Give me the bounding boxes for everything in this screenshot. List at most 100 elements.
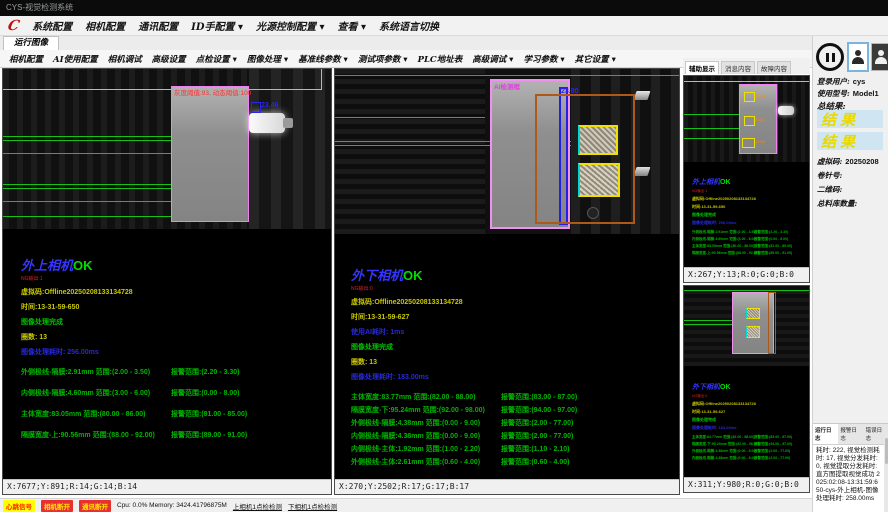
cam-mid-statusbar: X:270;Y:2502;R:17;G:17;B:17 [335, 479, 679, 494]
pause-button[interactable] [815, 42, 845, 72]
toolbar-camera-config[interactable]: 相机配置 [4, 53, 48, 65]
tab-detect-box [742, 138, 755, 148]
toolbar-other-settings[interactable]: 其它设置 ▾ [570, 53, 621, 65]
ai-detect-box-label: AI检测框 [494, 81, 520, 91]
menu-item-camera-config[interactable]: 相机配置 [85, 18, 125, 33]
measurement-row: 外侧极线-隔膜:2.91mm 范围:(2.00 - 3.50) 报警范围:(2.… [692, 230, 792, 237]
tab-run-image[interactable]: 运行图像 [3, 36, 59, 50]
blue-marker-box [251, 102, 261, 113]
mini-top-process-done: 图像处理完成 [692, 212, 792, 218]
measurement-row: 内侧极线-隔膜:4.38mm 范围:(0.00 - 9.00) 报警范围:(2.… [351, 431, 577, 444]
measurement-value: 隔膜宽度-下:95.24mm 范围:(92.00 - 98.00) [351, 405, 501, 418]
mini-bottom-measurements: 主体宽度:83.77mm 范围:(82.00 - 88.00) 报警范围:(83… [692, 435, 792, 463]
needle-number-label: 卷针号: [817, 170, 842, 181]
measurement-value: 隔膜宽度-上:90.56mm 范围:(88.00 - 92.00) [21, 430, 171, 451]
toolbar-plc-address-table[interactable]: PLC地址表 [413, 53, 468, 65]
mini-bottom-process-done: 图像处理完成 [692, 417, 792, 423]
app-window: CYS-视觉检测系统 C 系统配置 相机配置 通讯配置 ID手配置 ▾ 光源控制… [0, 0, 888, 522]
toolbar-learning-params[interactable]: 学习参数 ▾ [518, 53, 569, 65]
cam-mid-image[interactable]: AI检测框 23.80 [335, 69, 679, 234]
mini-top-virtual-code: 虚拟码:Offline20250208133134728 [692, 196, 792, 202]
tab-fault-content[interactable]: 故障内容 [757, 61, 791, 74]
menu-item-id-hand-config[interactable]: ID手配置 ▾ [191, 18, 243, 33]
yellow-guide-line-vertical [321, 69, 322, 90]
control-panel: 登录用户:cys 使用型号:Model1 总结果: 结果 结果 虚拟码:2025… [812, 36, 888, 512]
view-tab-strip: 运行图像 [0, 36, 812, 51]
heartbeat-badge: 心跳信号 [3, 500, 35, 512]
cam-mid-trigger-line: NG输出:0 [351, 285, 577, 292]
measurement-value: 外侧极线-隔膜:2.91mm 范围:(2.00 - 3.50) [21, 367, 171, 388]
alarm-range: 报警范围:(81.00 - 85.00) [754, 244, 792, 251]
menu-item-system-config[interactable]: 系统配置 [32, 18, 72, 33]
toolbar-test-item-params[interactable]: 测试项参数 ▾ [353, 53, 413, 65]
toolbar-camera-debug[interactable]: 相机调试 [103, 53, 147, 65]
toolbar-image-processing[interactable]: 图像处理 ▾ [242, 53, 293, 65]
cam-mid-ok-badge: OK [403, 268, 423, 283]
cam-mid-virtual-code: 虚拟码:Offline20250208133134728 [351, 297, 577, 307]
toolbar-spot-check-settings[interactable]: 点检设置 ▾ [191, 53, 242, 65]
mini-bottom-image[interactable] [684, 286, 809, 366]
tab-detect-box [746, 326, 760, 338]
metal-clamp [634, 91, 651, 100]
yellow-guide-line [3, 89, 321, 90]
measurement-value: 主体宽度:83.05mm 范围:(80.00 - 86.00) [692, 244, 754, 251]
cam-mid-process-done: 图像处理完成 [351, 342, 577, 352]
tab-message-content[interactable]: 消息内容 [721, 61, 755, 74]
upper-camera-spotcheck-link[interactable]: 上相机1点检检测 [233, 501, 282, 511]
cam-mid-elapsed: 图像处理耗时: 183.00ms [351, 372, 577, 382]
toolbar-advanced-settings[interactable]: 高级设置 [147, 53, 191, 65]
measurement-row: 主体宽度:83.05mm 范围:(80.00 - 86.00) 报警范围:(81… [21, 409, 247, 430]
toolbar-ai-usage-config[interactable]: AI使用配置 [48, 53, 103, 65]
mini-bottom-ok-badge: OK [720, 384, 731, 391]
menu-item-comm-config[interactable]: 通讯配置 [138, 18, 178, 33]
menu-item-light-config[interactable]: 光源控制配置 ▾ [256, 18, 325, 33]
measurement-value: 主体宽度:83.05mm 范围:(80.00 - 86.00) [21, 409, 171, 430]
tab-aux-display[interactable]: 辅助显示 [685, 61, 719, 74]
toolbar-advanced-debug[interactable]: 高级调试 ▾ [467, 53, 518, 65]
mini-top-statusbar: X:267;Y:13;R:0;G:0;B:0 [684, 267, 809, 282]
measurement-value: 外侧极线-隔膜:2.91mm 范围:(2.00 - 3.50) [692, 230, 754, 237]
login-user-label: 登录用户: [817, 77, 850, 86]
measurement-value: 内侧极线-主体:1.92mm 范围:(1.00 - 2.20) [351, 444, 501, 457]
measurement-value: 隔膜宽度-下:95.24mm 范围:(92.00 - 98.00) [692, 442, 754, 449]
stock-count-label: 总料库数量: [817, 198, 857, 209]
qr-code-label: 二维码: [817, 184, 842, 195]
user-login-button[interactable] [847, 42, 869, 72]
lower-camera-spotcheck-link[interactable]: 下相机1点检检测 [288, 501, 337, 511]
measurement-row: 隔膜宽度-下:95.24mm 范围:(92.00 - 98.00) 报警范围:(… [351, 405, 577, 418]
alarm-range: 报警范围:(2.00 - 77.00) [501, 431, 573, 444]
virtual-code-value: 20250208 [845, 157, 878, 166]
cam-mid-title: 外下相机 [351, 269, 403, 284]
result-text-2: 结果 [821, 131, 859, 152]
alarm-range: 报警范围:(89.00 - 91.00) [171, 430, 247, 451]
tab-run-log[interactable]: 运行日志 [813, 424, 838, 444]
cam-left-panel: 灰度阈值:93, 动态阈值:100 23.46 外上相机OK NG输出:1 虚拟… [2, 68, 332, 495]
comm-status-badge: 通讯断开 [79, 500, 111, 512]
mini-top-trigger-line: NG输出:1 [692, 189, 792, 194]
log-scrollbar[interactable] [884, 436, 888, 512]
cam-left-process-done: 图像处理完成 [21, 317, 247, 327]
mini-bottom-virtual-code: 虚拟码:Offline20250208133134728 [692, 401, 792, 407]
measurement-row: 主体宽度:83.05mm 范围:(80.00 - 86.00) 报警范围:(81… [692, 244, 792, 251]
mini-top-time: 时间:13-31-59-650 [692, 204, 792, 210]
tab-alarm-log[interactable]: 报警日志 [838, 424, 863, 444]
mini-bottom-result-block: 外下相机OK NG输出:0 虚拟码:Offline202502081331347… [692, 376, 792, 463]
measurement-row: 主体宽度:83.77mm 范围:(82.00 - 88.00) 报警范围:(83… [692, 435, 792, 442]
mini-top-image[interactable]: 12.48 13.02 12.01 [684, 76, 809, 162]
cam-left-round-count: 圈数: 13 [21, 332, 247, 342]
menu-item-view[interactable]: 查看 ▾ [338, 18, 367, 33]
measurement-row: 内侧极线-主体:1.92mm 范围:(1.00 - 2.20) 报警范围:(1.… [351, 444, 577, 457]
user-icon [852, 50, 864, 64]
operator-mode-button[interactable] [871, 43, 888, 71]
cam-mid-panel: AI检测框 23.80 外下相机OK NG输出:0 虚拟码:Offline202… [334, 68, 680, 495]
alarm-range: 报警范围:(89.00 - 91.00) [754, 251, 792, 258]
result-text-1: 结果 [821, 109, 859, 130]
cam-left-elapsed: 图像处理耗时: 256.00ms [21, 347, 247, 357]
alarm-range: 报警范围:(83.00 - 87.00) [754, 435, 792, 442]
toolbar-baseline-params[interactable]: 基准线参数 ▾ [293, 53, 353, 65]
menu-item-language-switch[interactable]: 系统语言切换 [379, 18, 439, 33]
user-dark-icon [875, 50, 887, 64]
mini-top-elapsed: 图像处理耗时: 256.00ms [692, 220, 792, 226]
cam-left-image[interactable]: 灰度阈值:93, 动态阈值:100 23.46 [3, 69, 331, 229]
cell-region [171, 86, 249, 222]
